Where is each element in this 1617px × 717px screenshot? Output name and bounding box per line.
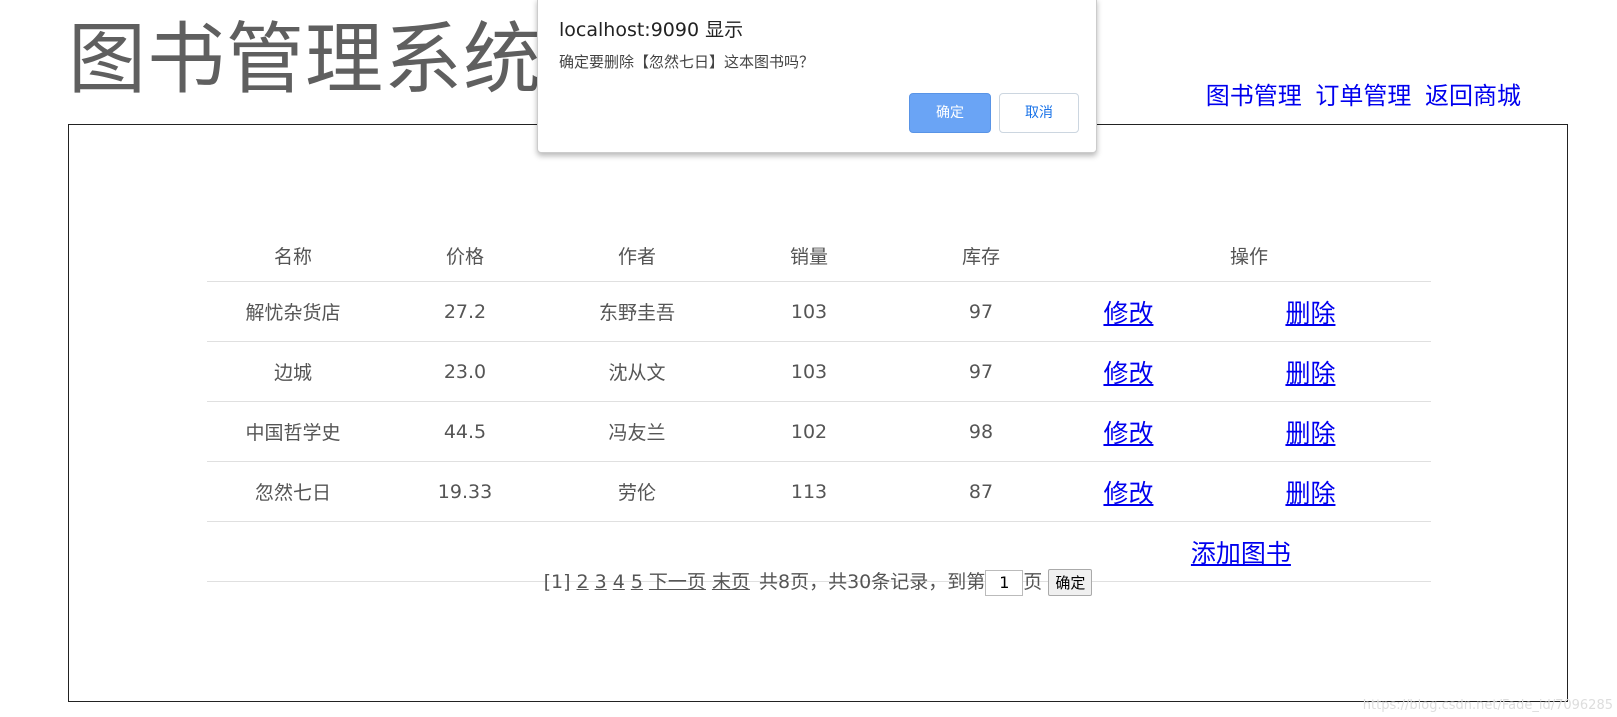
book-stock: 98 <box>895 401 1067 462</box>
top-nav: 图书管理 订单管理 返回商城 <box>1200 76 1521 111</box>
page-link-4[interactable]: 4 <box>613 571 625 593</box>
go-page-button[interactable]: 确定 <box>1048 569 1093 596</box>
dialog-title: localhost:9090 显示 <box>559 19 744 41</box>
col-price-header: 价格 <box>379 229 551 282</box>
table-row: 解忧杂货店 27.2 东野圭吾 103 97 修改 删除 <box>207 281 1431 342</box>
book-stock: 97 <box>895 341 1067 402</box>
delete-link[interactable]: 删除 <box>1285 479 1335 508</box>
app-logo: 图书管理系统 <box>68 15 543 105</box>
confirm-dialog: localhost:9090 显示 确定要删除【忽然七日】这本图书吗？ 确定 取… <box>537 0 1097 153</box>
watermark: https://blog.csdn.net/Fade_id/7096285 <box>1362 698 1613 713</box>
book-author: 沈从文 <box>551 341 723 402</box>
table-header-row: 名称 价格 作者 销量 库存 操作 <box>207 229 1431 282</box>
delete-link[interactable]: 删除 <box>1285 299 1335 328</box>
page-link-2[interactable]: 2 <box>577 571 589 593</box>
book-price: 44.5 <box>379 401 551 462</box>
delete-link[interactable]: 删除 <box>1285 359 1335 388</box>
book-name: 边城 <box>207 341 379 402</box>
book-sales: 102 <box>723 401 895 462</box>
next-page-link[interactable]: 下一页 <box>649 571 706 593</box>
nav-book-management[interactable]: 图书管理 <box>1206 82 1302 110</box>
col-author-header: 作者 <box>551 229 723 282</box>
book-sales: 103 <box>723 281 895 342</box>
page-link-5[interactable]: 5 <box>631 571 643 593</box>
edit-link[interactable]: 修改 <box>1103 419 1153 448</box>
books-table: 名称 价格 作者 销量 库存 操作 解忧杂货店 27.2 东野圭吾 103 97… <box>207 229 1431 582</box>
table-row: 边城 23.0 沈从文 103 97 修改 删除 <box>207 341 1431 402</box>
page-link-3[interactable]: 3 <box>595 571 607 593</box>
book-author: 东野圭吾 <box>551 281 723 342</box>
book-name: 中国哲学史 <box>207 401 379 462</box>
edit-link[interactable]: 修改 <box>1103 359 1153 388</box>
nav-order-management[interactable]: 订单管理 <box>1315 82 1411 110</box>
add-book-link[interactable]: 添加图书 <box>1191 539 1291 568</box>
col-sales-header: 销量 <box>723 229 895 282</box>
nav-back-to-store[interactable]: 返回商城 <box>1425 82 1521 110</box>
table-row: 中国哲学史 44.5 冯友兰 102 98 修改 删除 <box>207 401 1431 462</box>
table-row: 忽然七日 19.33 劳伦 113 87 修改 删除 <box>207 461 1431 522</box>
dialog-cancel-button[interactable]: 取消 <box>999 93 1079 133</box>
book-stock: 97 <box>895 281 1067 342</box>
book-author: 冯友兰 <box>551 401 723 462</box>
col-actions-header: 操作 <box>1067 229 1431 282</box>
page-number-input[interactable] <box>985 569 1024 596</box>
book-name: 忽然七日 <box>207 461 379 522</box>
pager-summary: 共8页，共30条记录，到第 <box>759 571 986 593</box>
dialog-message: 确定要删除【忽然七日】这本图书吗？ <box>559 53 815 71</box>
book-sales: 103 <box>723 341 895 402</box>
book-stock: 87 <box>895 461 1067 522</box>
book-name: 解忧杂货店 <box>207 281 379 342</box>
main-content: 名称 价格 作者 销量 库存 操作 解忧杂货店 27.2 东野圭吾 103 97… <box>68 124 1568 702</box>
delete-link[interactable]: 删除 <box>1285 419 1335 448</box>
book-price: 19.33 <box>379 461 551 522</box>
dialog-ok-button[interactable]: 确定 <box>909 93 991 133</box>
book-price: 23.0 <box>379 341 551 402</box>
current-page: [1] <box>543 571 571 593</box>
pagination: [1] 2345 下一页末页 共8页，共30条记录，到第 页 确定 <box>69 567 1567 596</box>
col-stock-header: 库存 <box>895 229 1067 282</box>
edit-link[interactable]: 修改 <box>1103 479 1153 508</box>
col-name-header: 名称 <box>207 229 379 282</box>
page-suffix: 页 <box>1023 571 1043 593</box>
book-sales: 113 <box>723 461 895 522</box>
book-author: 劳伦 <box>551 461 723 522</box>
last-page-link[interactable]: 末页 <box>712 571 750 593</box>
book-price: 27.2 <box>379 281 551 342</box>
edit-link[interactable]: 修改 <box>1103 299 1153 328</box>
